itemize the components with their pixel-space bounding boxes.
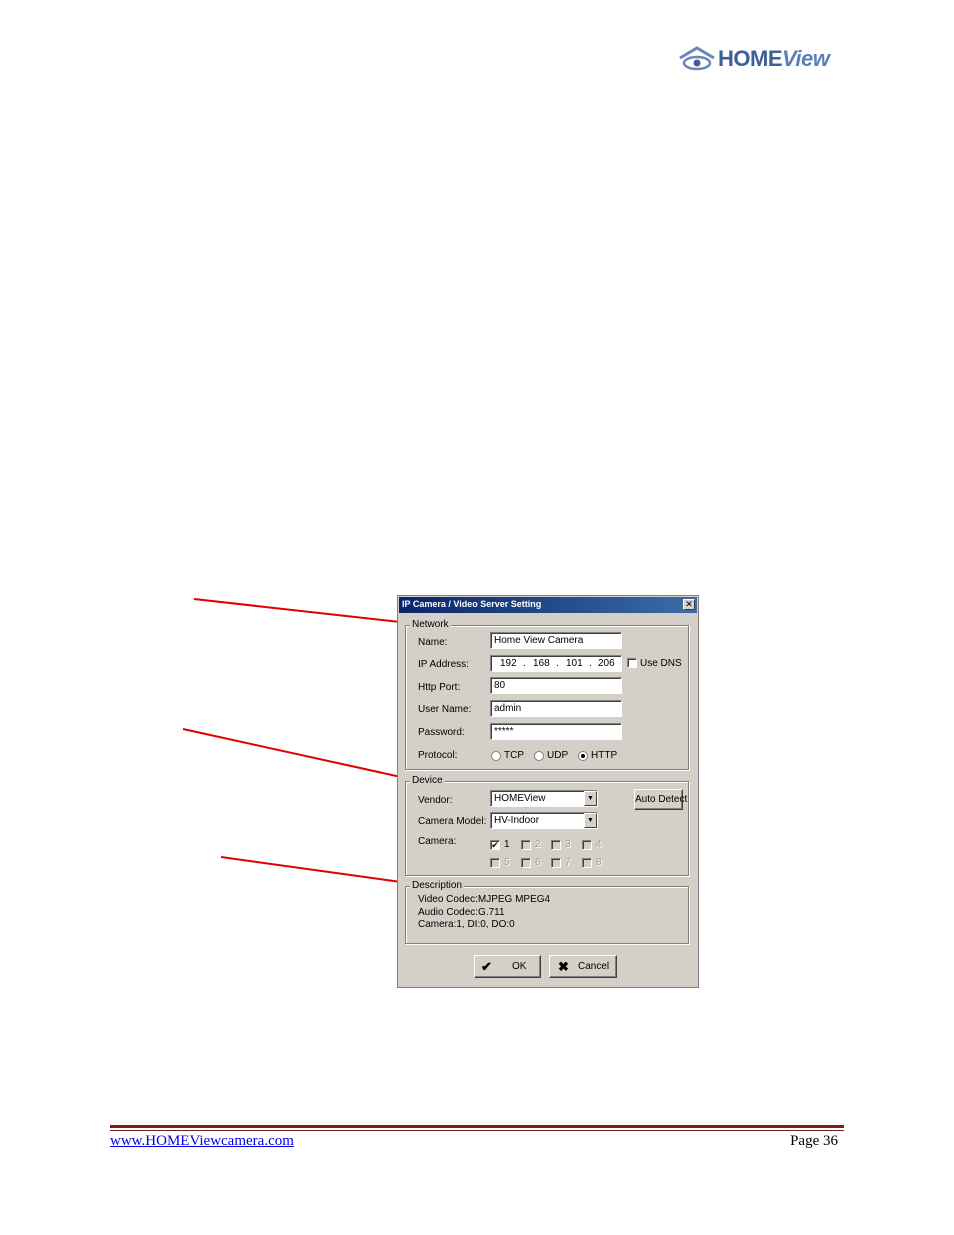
ip-dot: . [556, 658, 559, 669]
user-name-input[interactable]: admin [490, 700, 622, 717]
protocol-label: Protocol: [418, 750, 458, 761]
use-dns-label: Use DNS [640, 658, 682, 669]
camera-model-label: Camera Model: [418, 816, 487, 827]
footer-website-link[interactable]: www.HOMEViewcamera.com [110, 1133, 294, 1150]
protocol-tcp-label: TCP [504, 750, 524, 761]
vendor-select[interactable]: HOMEView ▼ [490, 790, 598, 807]
user-name-label: User Name: [418, 704, 472, 715]
protocol-http-label: HTTP [591, 750, 618, 761]
camera-3-checkbox [551, 840, 561, 850]
name-label: Name: [418, 637, 448, 648]
camera-4-label: 4 [596, 839, 602, 850]
protocol-tcp-radio[interactable] [491, 751, 501, 761]
camera-1-label: 1 [504, 839, 510, 850]
ip-camera-settings-dialog: IP Camera / Video Server Setting ✕ Netwo… [397, 595, 699, 988]
camera-7-checkbox [551, 858, 561, 868]
close-button[interactable]: ✕ [683, 599, 695, 610]
ip-segment-3: 101 [566, 658, 583, 669]
page-number: Page 36 [790, 1133, 838, 1149]
vendor-value: HOMEView [494, 793, 546, 804]
ip-address-input[interactable]: 192 . 168 . 101 . 206 [490, 655, 622, 672]
use-dns-checkbox[interactable] [627, 658, 637, 668]
camera-6-checkbox [521, 858, 531, 868]
chevron-down-icon[interactable]: ▼ [584, 813, 597, 828]
ok-label: OK [512, 961, 527, 972]
cancel-button[interactable]: ✖ Cancel [549, 955, 617, 978]
callout-line-device [182, 728, 402, 778]
close-icon: ✕ [685, 599, 693, 609]
camera-3-label: 3 [565, 839, 571, 850]
camera-2-label: 2 [535, 839, 541, 850]
vendor-label: Vendor: [418, 795, 453, 806]
dialog-titlebar[interactable]: IP Camera / Video Server Setting ✕ [399, 597, 697, 613]
ip-segment-2: 168 [533, 658, 550, 669]
ok-button[interactable]: ✔ OK [474, 955, 541, 978]
checkmark-icon: ✔ [481, 959, 492, 974]
camera-5-label: 5 [504, 857, 510, 868]
chevron-down-icon[interactable]: ▼ [584, 791, 597, 806]
camera-label: Camera: [418, 836, 457, 847]
auto-detect-button[interactable]: Auto Detect [634, 789, 687, 810]
callout-line-description [220, 856, 402, 883]
callout-line-network [193, 598, 401, 623]
footer-rule-thin [110, 1130, 844, 1131]
description-audio-codec: Audio Codec:G.711 [418, 907, 505, 918]
camera-model-value: HV-Indoor [494, 815, 540, 826]
description-video-codec: Video Codec:MJPEG MPEG4 [418, 894, 551, 905]
camera-1-checkbox[interactable]: ✔ [490, 840, 500, 850]
protocol-udp-label: UDP [547, 750, 569, 761]
http-port-label: Http Port: [418, 682, 461, 693]
camera-5-checkbox [490, 858, 500, 868]
footer-rule-thick [110, 1125, 844, 1128]
ip-segment-1: 192 [500, 658, 517, 669]
ip-segment-4: 206 [598, 658, 615, 669]
name-input[interactable]: Home View Camera [490, 632, 622, 649]
password-input[interactable]: ***** [490, 723, 622, 740]
password-label: Password: [418, 727, 465, 738]
http-port-input[interactable]: 80 [490, 677, 622, 694]
camera-6-label: 6 [535, 857, 541, 868]
camera-8-label: 8 [596, 857, 602, 868]
camera-4-checkbox [582, 840, 592, 850]
dialog-title: IP Camera / Video Server Setting [402, 599, 542, 609]
network-legend: Network [410, 619, 451, 630]
description-legend: Description [410, 880, 465, 891]
ip-address-label: IP Address: [418, 659, 469, 670]
device-legend: Device [410, 775, 445, 786]
camera-8-checkbox [582, 858, 592, 868]
camera-7-label: 7 [565, 857, 571, 868]
cancel-label: Cancel [578, 961, 610, 972]
ip-dot: . [589, 658, 592, 669]
camera-model-select[interactable]: HV-Indoor ▼ [490, 812, 598, 829]
camera-2-checkbox [521, 840, 531, 850]
ip-dot: . [523, 658, 526, 669]
protocol-http-radio[interactable] [578, 751, 588, 761]
x-icon: ✖ [558, 959, 569, 974]
description-camera-io: Camera:1, DI:0, DO:0 [418, 919, 515, 930]
protocol-udp-radio[interactable] [534, 751, 544, 761]
